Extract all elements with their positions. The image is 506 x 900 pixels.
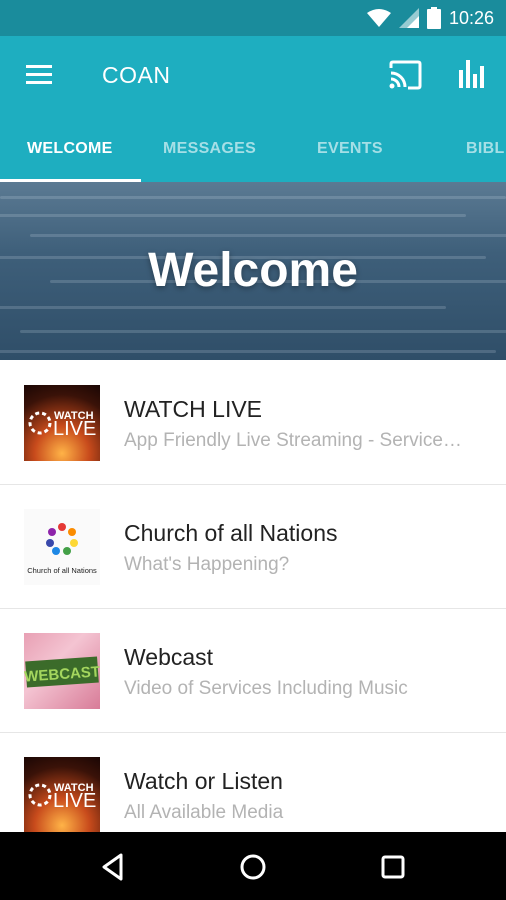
app-title: COAN bbox=[102, 62, 171, 88]
recents-icon[interactable] bbox=[376, 850, 410, 884]
chart-icon[interactable] bbox=[456, 58, 488, 90]
app-bar: COAN bbox=[0, 36, 506, 116]
status-bar: 10:26 bbox=[0, 0, 506, 36]
thumb-live-text: LIVE bbox=[53, 790, 96, 812]
list-item-subtitle: What's Happening? bbox=[124, 554, 290, 575]
tab-messages[interactable]: MESSAGES bbox=[163, 116, 256, 182]
list-item-watch-or-listen[interactable]: WATCH LIVE Watch or Listen All Available… bbox=[0, 732, 506, 832]
webcast-thumbnail: WEBCAST bbox=[24, 633, 100, 709]
status-icons: 10:26 bbox=[366, 7, 494, 29]
list-item-subtitle: App Friendly Live Streaming - Service… bbox=[124, 430, 462, 451]
list-item-watch-live[interactable]: WATCH LIVE WATCH LIVE App Friendly Live … bbox=[0, 360, 506, 485]
tab-events[interactable]: EVENTS bbox=[317, 116, 383, 182]
list-item-webcast[interactable]: WEBCAST Webcast Video of Services Includ… bbox=[0, 608, 506, 733]
list-item-title: Watch or Listen bbox=[124, 768, 283, 794]
list-item-title: Webcast bbox=[124, 644, 214, 670]
thumb-church-text: Church of all Nations bbox=[27, 566, 97, 575]
tab-bible[interactable]: BIBL bbox=[466, 116, 505, 182]
church-logo-thumbnail: Church of all Nations bbox=[24, 509, 100, 585]
list-item-church[interactable]: Church of all Nations Church of all Nati… bbox=[0, 484, 506, 609]
welcome-banner: Welcome bbox=[0, 182, 506, 360]
wifi-icon bbox=[366, 9, 391, 27]
tab-bar: WELCOME MESSAGES EVENTS BIBL bbox=[0, 116, 506, 182]
signal-icon bbox=[398, 8, 419, 28]
home-icon[interactable] bbox=[236, 850, 270, 884]
status-time: 10:26 bbox=[448, 7, 494, 28]
battery-icon bbox=[426, 7, 441, 29]
hero-title: Welcome bbox=[148, 244, 358, 297]
list-item-title: Church of all Nations bbox=[124, 520, 338, 546]
system-nav-bar bbox=[0, 832, 506, 900]
tab-welcome[interactable]: WELCOME bbox=[27, 116, 113, 182]
list-item-subtitle: Video of Services Including Music bbox=[124, 678, 408, 699]
content-list: WATCH LIVE WATCH LIVE App Friendly Live … bbox=[0, 360, 506, 832]
thumb-live-text: LIVE bbox=[53, 418, 96, 440]
watch-live-thumbnail: WATCH LIVE bbox=[24, 385, 100, 461]
watch-or-listen-thumbnail: WATCH LIVE bbox=[24, 757, 100, 832]
back-icon[interactable] bbox=[96, 850, 130, 884]
list-item-title: WATCH LIVE bbox=[124, 396, 263, 422]
menu-icon[interactable] bbox=[26, 64, 54, 86]
cast-icon[interactable] bbox=[388, 60, 422, 90]
list-item-subtitle: All Available Media bbox=[124, 802, 284, 823]
